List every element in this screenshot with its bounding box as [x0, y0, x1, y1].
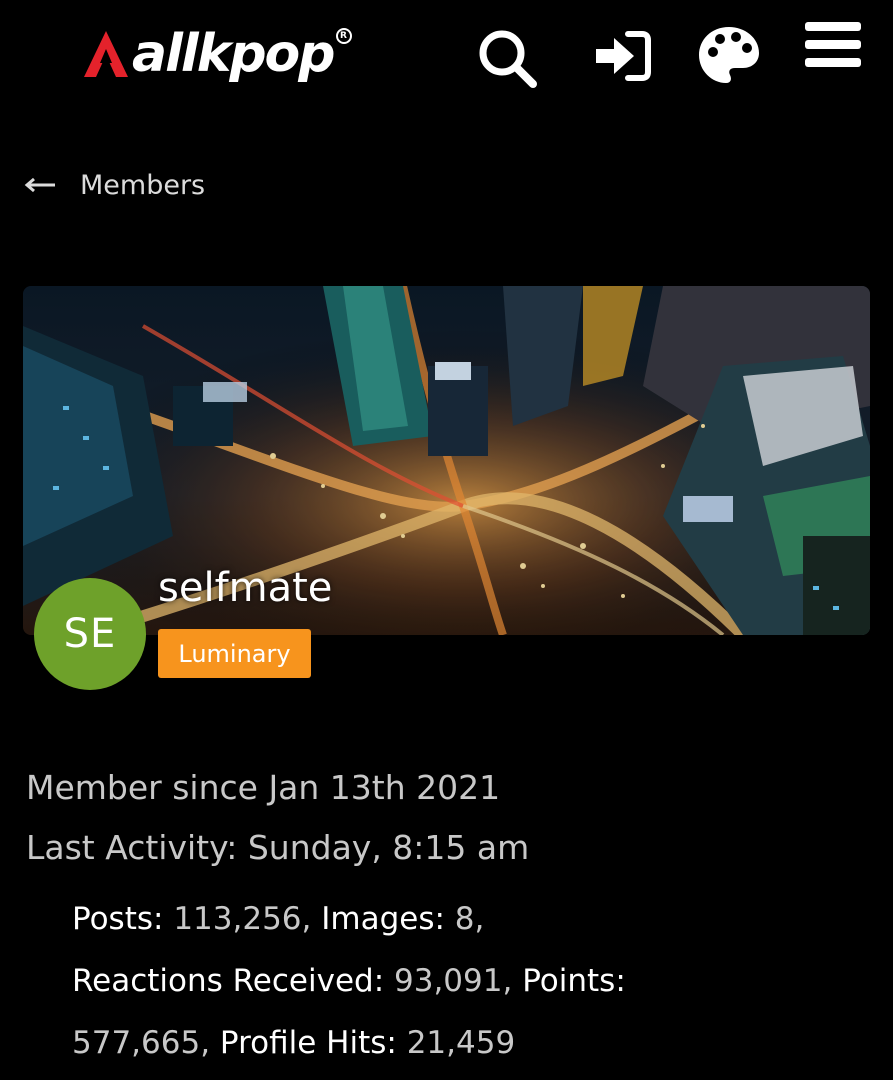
logo-mark-icon [84, 31, 128, 77]
site-logo[interactable]: allkpop R [82, 22, 352, 86]
profile-page: allkpop R Members SE selfmate Luminary M… [0, 0, 893, 1080]
last-activity-text: Last Activity: Sunday, 8:15 am [26, 828, 530, 867]
profile-hits-label: Profile Hits: [219, 1025, 397, 1061]
avatar-initials: SE [63, 611, 117, 657]
palette-icon[interactable] [696, 24, 762, 86]
reactions-label: Reactions Received: [72, 963, 385, 999]
profile-banner-image [23, 286, 870, 635]
arrow-left-icon [24, 177, 55, 193]
sign-in-icon[interactable] [594, 30, 652, 82]
posts-label: Posts: [72, 901, 164, 937]
role-badge: Luminary [158, 629, 311, 678]
profile-username: selfmate [158, 565, 333, 611]
points-label: Points: [522, 963, 626, 999]
role-label: Luminary [178, 639, 291, 668]
back-to-members-link[interactable]: Members [24, 164, 205, 206]
images-label: Images: [321, 901, 445, 937]
member-stats: Posts: 113,256, Images: 8, Reactions Rec… [72, 901, 626, 1061]
logo-text: allkpop [132, 24, 335, 84]
reactions-value[interactable]: 93,091 [394, 963, 502, 999]
points-value[interactable]: 577,665 [72, 1025, 200, 1061]
avatar[interactable]: SE [34, 578, 146, 690]
search-icon[interactable] [476, 27, 538, 89]
profile-hits-value: 21,459 [406, 1025, 516, 1061]
back-label: Members [80, 169, 206, 201]
posts-value[interactable]: 113,256 [173, 901, 301, 937]
member-since-text: Member since Jan 13th 2021 [26, 768, 501, 807]
menu-icon[interactable] [805, 20, 861, 70]
registered-mark-icon: R [335, 28, 352, 44]
images-value[interactable]: 8 [455, 901, 475, 937]
